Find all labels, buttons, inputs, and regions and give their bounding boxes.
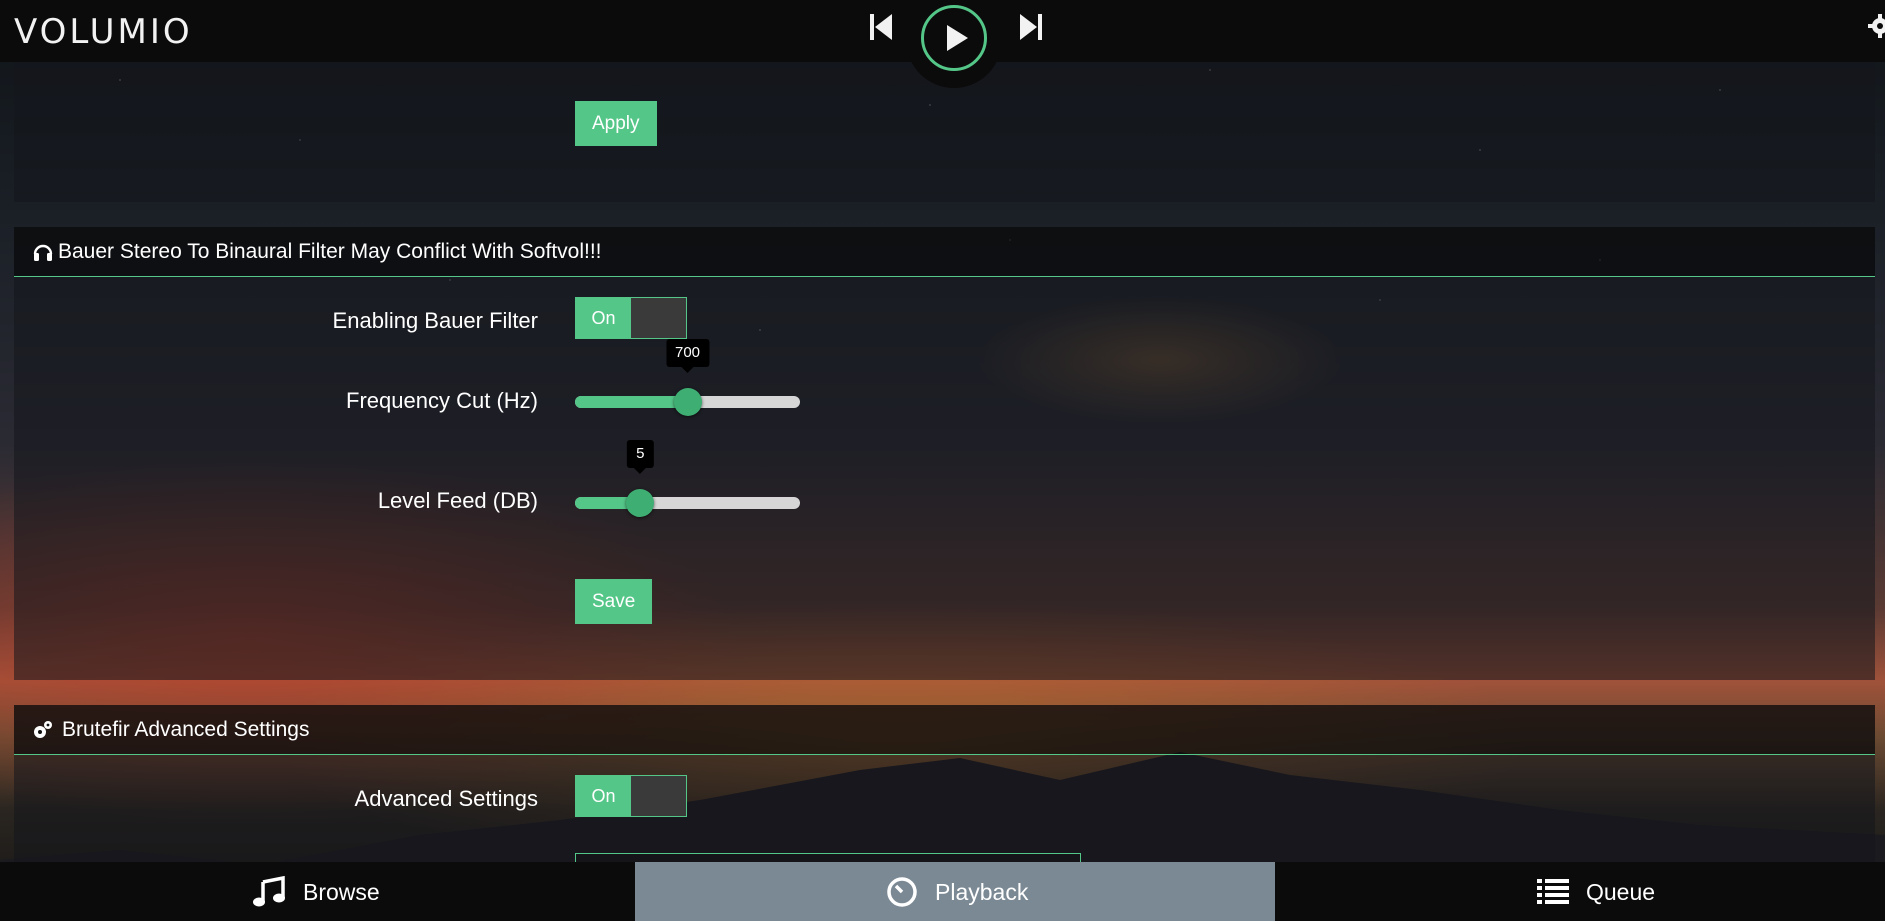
play-button[interactable] bbox=[921, 5, 987, 71]
enable-bauer-toggle[interactable]: On bbox=[575, 297, 687, 339]
brutefir-panel-title: Brutefir Advanced Settings bbox=[62, 718, 310, 741]
bottom-navigation: Browse Playback Queue bbox=[0, 862, 1885, 921]
save-button[interactable]: Save bbox=[575, 579, 653, 624]
bauer-panel-title: Bauer Stereo To Binaural Filter May Conf… bbox=[58, 240, 602, 263]
apply-button[interactable]: Apply bbox=[575, 101, 657, 146]
play-icon bbox=[947, 25, 968, 51]
frequency-cut-slider[interactable]: 700 bbox=[575, 339, 800, 416]
bauer-panel-body bbox=[14, 277, 1875, 680]
volumio-logo: VOLUMIO bbox=[14, 12, 193, 52]
toggle-on-label: On bbox=[576, 298, 631, 338]
tab-queue-label: Queue bbox=[1586, 879, 1656, 905]
slider-value-tooltip: 5 bbox=[627, 440, 654, 474]
music-note-icon bbox=[253, 876, 285, 907]
headphones-icon bbox=[33, 244, 53, 261]
advanced-settings-toggle[interactable]: On bbox=[575, 775, 687, 817]
list-icon bbox=[1537, 879, 1569, 904]
advanced-settings-label: Advanced Settings bbox=[354, 786, 538, 811]
gears-icon bbox=[34, 721, 52, 738]
brutefir-panel-header: Brutefir Advanced Settings bbox=[14, 705, 1875, 755]
tab-playback-label: Playback bbox=[935, 879, 1029, 905]
skip-next-icon[interactable] bbox=[1018, 12, 1042, 42]
enable-bauer-label: Enabling Bauer Filter bbox=[332, 308, 538, 333]
bauer-panel-header: Bauer Stereo To Binaural Filter May Conf… bbox=[14, 227, 1875, 277]
slider-fill bbox=[575, 396, 688, 408]
clock-icon bbox=[887, 877, 917, 907]
skip-previous-icon[interactable] bbox=[870, 12, 894, 42]
gear-icon[interactable] bbox=[1868, 14, 1885, 38]
app-background: VOLUMIO Apply Bauer Stereo To Binaural F… bbox=[0, 0, 1885, 921]
tab-browse[interactable]: Browse bbox=[0, 862, 635, 921]
brutefir-panel-body bbox=[14, 755, 1875, 862]
tab-playback[interactable]: Playback bbox=[635, 862, 1275, 921]
level-feed-slider[interactable]: 5 bbox=[575, 440, 800, 517]
tab-browse-label: Browse bbox=[303, 879, 380, 905]
slider-value-tooltip: 700 bbox=[665, 339, 710, 373]
tab-queue[interactable]: Queue bbox=[1275, 862, 1885, 921]
level-feed-label: Level Feed (DB) bbox=[377, 488, 538, 513]
frequency-cut-label: Frequency Cut (Hz) bbox=[346, 388, 538, 413]
slider-handle[interactable] bbox=[673, 388, 702, 416]
toggle-on-label: On bbox=[576, 776, 631, 816]
